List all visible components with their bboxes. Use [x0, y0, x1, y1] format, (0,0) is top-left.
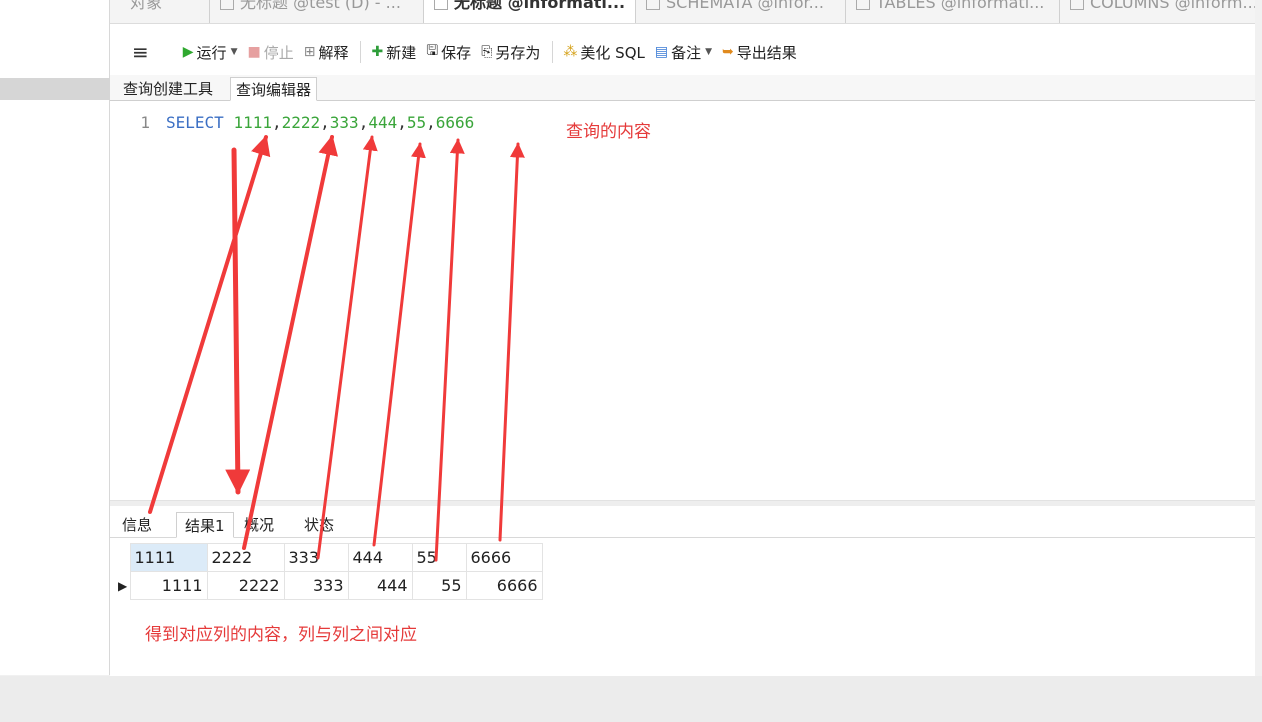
- explain-button[interactable]: ⊞ 解释: [304, 42, 349, 63]
- row-marker-header: [110, 544, 130, 572]
- column-header[interactable]: 444: [347, 543, 413, 572]
- save-label: 保存: [441, 43, 472, 62]
- tab-result-1[interactable]: 结果1: [176, 512, 234, 538]
- tab-untitled-test[interactable]: 无标题 @test (D) - ...: [210, 0, 424, 23]
- column-header[interactable]: 6666: [465, 543, 543, 572]
- explain-icon: ⊞: [303, 44, 316, 60]
- table-cell[interactable]: 55: [411, 571, 467, 600]
- table-row[interactable]: ▶ 1111 2222 333 444 55 6666: [110, 571, 543, 600]
- save-button[interactable]: 🖫 保存: [426, 40, 471, 64]
- tab-label: TABLES @informati...: [876, 0, 1045, 12]
- header-row: 1111 2222 333 444 55 6666: [110, 543, 543, 572]
- column-header[interactable]: 1111: [129, 543, 208, 572]
- result-tab-label: 概况: [244, 516, 275, 534]
- tab-label: SCHEMATA @infor...: [666, 0, 824, 12]
- tab-overview[interactable]: 概况: [236, 512, 282, 538]
- table-cell[interactable]: 333: [283, 571, 349, 600]
- menu-icon[interactable]: ≡: [132, 40, 149, 64]
- tab-info[interactable]: 信息: [114, 512, 160, 538]
- comment-button[interactable]: ▤ 备注 ▼: [655, 42, 712, 63]
- new-button[interactable]: ✚ 新建: [371, 42, 416, 63]
- explain-label: 解释: [318, 43, 349, 62]
- beautify-sql-button[interactable]: ⁂ 美化 SQL: [563, 42, 644, 63]
- comment-label: 备注: [671, 43, 702, 62]
- column-header[interactable]: 333: [283, 543, 349, 572]
- sql-value: 6666: [435, 113, 475, 132]
- results-tabs: 信息 结果1 概况 状态: [110, 506, 1255, 538]
- toolbar: ≡ ▶ 运行 ▼ ■ 停止 ⊞ 解释 ✚ 新建 🖫 保存 ⎘ 另存为 ⁂ 美化 …: [110, 30, 1255, 74]
- tab-untitled-information[interactable]: 无标题 @informati...: [424, 0, 636, 23]
- tab-objects[interactable]: 对象: [120, 0, 210, 23]
- code-line: 1 SELECT 1111,2222,333,444,55,6666: [110, 113, 474, 133]
- selected-object-row[interactable]: [0, 78, 110, 100]
- table-cell[interactable]: 444: [347, 571, 413, 600]
- window-bottom-strip: [0, 676, 1262, 722]
- chevron-down-icon[interactable]: ▼: [705, 47, 712, 57]
- save-as-icon: ⎘: [481, 44, 493, 60]
- tab-query-builder[interactable]: 查询创建工具: [118, 77, 218, 101]
- comment-icon: ▤: [654, 44, 669, 60]
- stop-label: 停止: [263, 43, 294, 62]
- table-cell[interactable]: 1111: [129, 571, 208, 600]
- annotation-result-label: 得到对应列的内容，列与列之间对应: [145, 625, 417, 645]
- table-cell[interactable]: 2222: [206, 571, 285, 600]
- run-label: 运行: [196, 43, 227, 62]
- table-icon: [434, 0, 448, 10]
- stop-button[interactable]: ■ 停止: [247, 42, 293, 63]
- play-icon: ▶: [182, 44, 194, 60]
- sql-value: 2222: [281, 113, 321, 132]
- save-as-button[interactable]: ⎘ 另存为: [481, 42, 540, 63]
- sql-keyword: SELECT: [166, 113, 224, 132]
- new-query-icon: ✚: [371, 44, 384, 60]
- column-header[interactable]: 55: [411, 543, 467, 572]
- table-icon: [856, 0, 870, 10]
- current-row-marker-icon: ▶: [118, 578, 128, 593]
- result-tab-label: 状态: [304, 516, 335, 534]
- tab-columns[interactable]: COLUMNS @inform...: [1060, 0, 1255, 23]
- new-label: 新建: [386, 43, 417, 62]
- table-icon: [646, 0, 660, 10]
- export-results-button[interactable]: ➥ 导出结果: [722, 42, 797, 63]
- table-icon: [1070, 0, 1084, 10]
- annotation-query-label: 查询的内容: [566, 122, 651, 142]
- export-label: 导出结果: [736, 43, 797, 62]
- toolbar-divider: [552, 41, 554, 63]
- query-window: 对象 无标题 @test (D) - ... 无标题 @informati...…: [110, 0, 1255, 676]
- column-header[interactable]: 2222: [206, 543, 285, 572]
- sql-editor[interactable]: 1 SELECT 1111,2222,333,444,55,6666: [110, 102, 1255, 500]
- subtab-label: 查询编辑器: [236, 81, 312, 99]
- export-icon: ➥: [722, 44, 734, 60]
- result-tab-label: 信息: [122, 516, 153, 534]
- tab-schemata[interactable]: SCHEMATA @infor...: [636, 0, 846, 23]
- table-cell[interactable]: 6666: [465, 571, 543, 600]
- save-icon: 🖫: [426, 43, 439, 59]
- save-as-label: 另存为: [495, 43, 541, 62]
- tab-bar: 对象 无标题 @test (D) - ... 无标题 @informati...…: [110, 0, 1255, 24]
- result-grid[interactable]: 1111 2222 333 444 55 6666 ▶ 1111 2222 33…: [110, 543, 543, 600]
- tab-label: 无标题 @test (D) - ...: [240, 0, 401, 12]
- tab-tables[interactable]: TABLES @informati...: [846, 0, 1060, 23]
- editor-subtabs: 查询创建工具 查询编辑器: [110, 75, 1255, 101]
- subtab-label: 查询创建工具: [123, 80, 214, 98]
- run-button[interactable]: ▶ 运行 ▼: [183, 42, 238, 63]
- sql-value: 1111: [233, 113, 272, 132]
- result-tab-label: 结果1: [185, 517, 225, 535]
- chevron-down-icon[interactable]: ▼: [231, 47, 238, 57]
- tab-status[interactable]: 状态: [296, 512, 342, 538]
- tab-query-editor[interactable]: 查询编辑器: [230, 77, 318, 101]
- object-pane: [0, 0, 110, 675]
- magic-wand-icon: ⁂: [563, 44, 578, 60]
- table-icon: [220, 0, 234, 10]
- toolbar-divider: [360, 41, 362, 63]
- sql-value: 55: [406, 113, 427, 132]
- beautify-label: 美化 SQL: [580, 43, 645, 62]
- tab-label: 对象: [130, 0, 163, 12]
- line-number: 1: [140, 113, 150, 132]
- sql-value: 444: [368, 113, 398, 132]
- stop-icon: ■: [247, 44, 261, 60]
- tab-label: 无标题 @informati...: [454, 0, 626, 12]
- tab-label: COLUMNS @inform...: [1090, 0, 1255, 12]
- sql-value: 333: [329, 113, 359, 132]
